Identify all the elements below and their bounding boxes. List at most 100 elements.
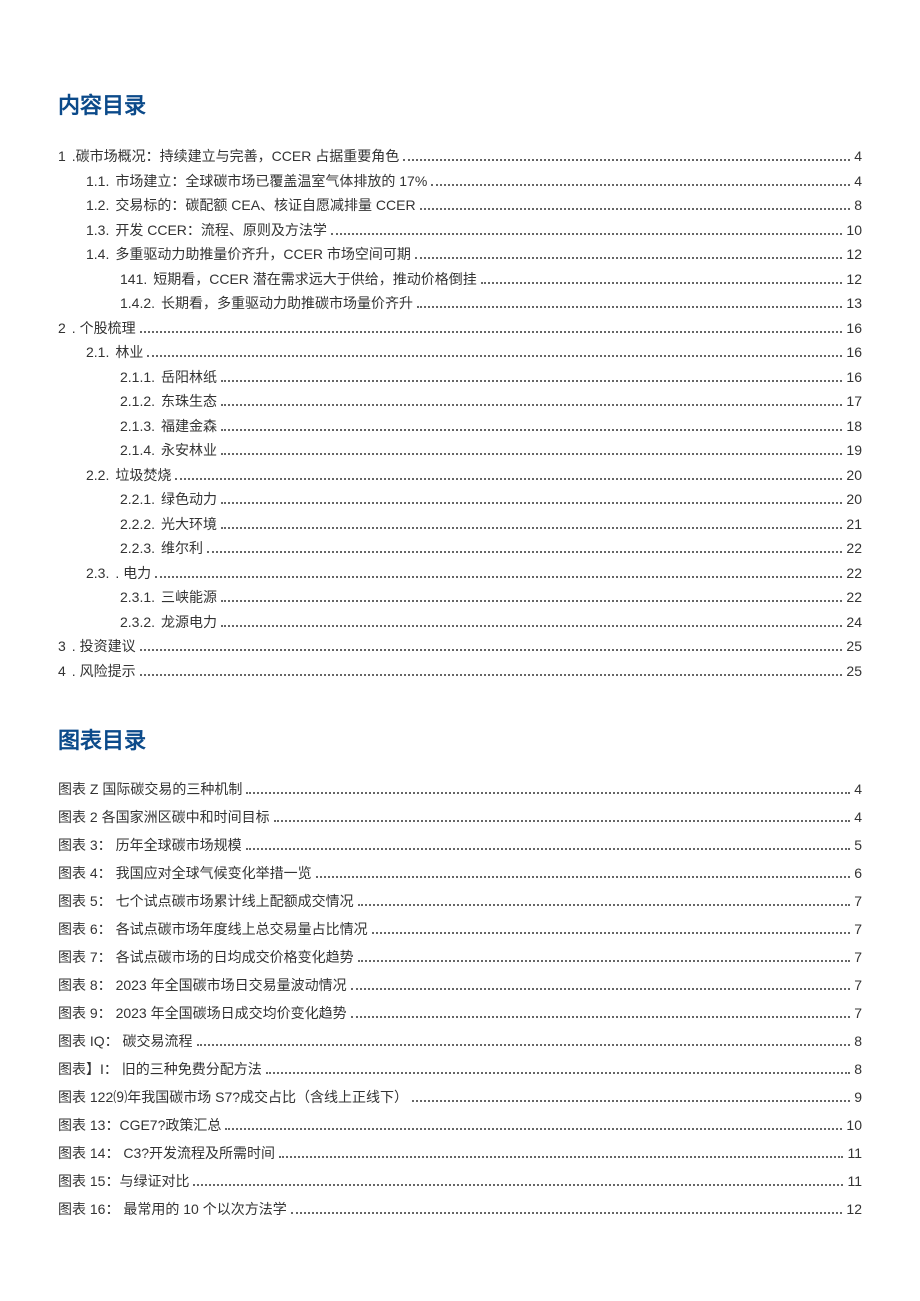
toc-entry-label: 垃圾焚烧 <box>115 463 171 488</box>
leader-dots <box>147 355 842 357</box>
toc-entry-label: 维尔利 <box>161 536 203 561</box>
toc-entry[interactable]: 2 . 个股梳理16 <box>58 316 862 341</box>
toc-entry-page: 22 <box>846 585 862 610</box>
toc-entry-page: 16 <box>846 365 862 390</box>
toc-entry[interactable]: 1.4.2. 长期看，多重驱动力助推碳市场量价齐升 13 <box>58 291 862 316</box>
figure-entry-page: 11 <box>847 1139 862 1167</box>
figure-entry-label: 图表 4： 我国应对全球气候变化举措一览 <box>58 859 312 887</box>
leader-dots <box>358 904 851 906</box>
figure-entry[interactable]: 图表】I： 旧的三种免费分配方法 8 <box>58 1055 862 1083</box>
toc-entry-page: 10 <box>846 218 862 243</box>
toc-entry-label: 东珠生态 <box>161 389 217 414</box>
toc-entry-label: 长期看，多重驱动力助推碳市场量价齐升 <box>161 291 413 316</box>
figure-entry[interactable]: 图表 8： 2023 年全国碳市场日交易量波动情况 7 <box>58 971 862 999</box>
leader-dots <box>221 600 842 602</box>
toc-entry-label: 永安林业 <box>161 438 217 463</box>
toc-entry-label: .碳市场概况：持续建立与完善，CCER 占据重要角色 <box>72 144 399 169</box>
toc-entry[interactable]: 2.3.2. 龙源电力 24 <box>58 610 862 635</box>
figure-entry-label: 图表 13：CGE7?政策汇总 <box>58 1111 221 1139</box>
toc-entry[interactable]: 1.4. 多重驱动力助推量价齐升，CCER 市场空间可期12 <box>58 242 862 267</box>
figure-entry[interactable]: 图表 16： 最常用的 10 个以次方法学 12 <box>58 1195 862 1223</box>
figure-entry[interactable]: 图表 5： 七个试点碳市场累计线上配额成交情况7 <box>58 887 862 915</box>
toc-entry[interactable]: 3 . 投资建议25 <box>58 634 862 659</box>
toc-entry-number: 3 <box>58 634 66 659</box>
figure-entry[interactable]: 图表 4： 我国应对全球气候变化举措一览6 <box>58 859 862 887</box>
toc-entry-number: 2.1.3. <box>120 414 155 439</box>
toc-entry[interactable]: 2.1.3. 福建金森 18 <box>58 414 862 439</box>
toc-entry[interactable]: 2.1. 林业 16 <box>58 340 862 365</box>
toc-entry[interactable]: 1.2. 交易标的：碳配额 CEA、核证自愿减排量 CCER 8 <box>58 193 862 218</box>
toc-entry[interactable]: 2.2.3. 维尔利 22 <box>58 536 862 561</box>
leader-dots <box>221 429 842 431</box>
figure-entry-page: 9 <box>854 1083 862 1111</box>
leader-dots <box>431 184 850 186</box>
figure-entry-label: 图表 IQ： 碳交易流程 <box>58 1027 193 1055</box>
figure-entry-label: 图表 Z 国际碳交易的三种机制 <box>58 775 242 803</box>
figure-entry[interactable]: 图表 9： 2023 年全国碳场日成交均价变化趋势 7 <box>58 999 862 1027</box>
figure-entry[interactable]: 图表 6： 各试点碳市场年度线上总交易量占比情况7 <box>58 915 862 943</box>
leader-dots <box>221 527 842 529</box>
figure-entry[interactable]: 图表 122⑼年我国碳市场 S7?成交占比（含线上正线下） 9 <box>58 1083 862 1111</box>
figure-entry-page: 8 <box>854 1027 862 1055</box>
leader-dots <box>266 1072 850 1074</box>
toc-entry-number: 141. <box>120 267 147 292</box>
toc-entry-label: 绿色动力 <box>161 487 217 512</box>
toc-entry[interactable]: 2.2.2. 光大环境 21 <box>58 512 862 537</box>
toc-entry[interactable]: 4 . 风险提示25 <box>58 659 862 684</box>
figure-entry[interactable]: 图表 14： C3?开发流程及所需时间 11 <box>58 1139 862 1167</box>
leader-dots <box>140 649 843 651</box>
toc-entry-page: 16 <box>846 340 862 365</box>
leader-dots <box>155 576 842 578</box>
figure-entry-label: 图表 122⑼年我国碳市场 S7?成交占比（含线上正线下） <box>58 1083 408 1111</box>
toc-entry-page: 13 <box>846 291 862 316</box>
leader-dots <box>193 1184 843 1186</box>
toc-entry[interactable]: 2.1.4. 永安林业 19 <box>58 438 862 463</box>
leader-dots <box>358 960 851 962</box>
toc-entry-page: 8 <box>854 193 862 218</box>
toc-entry[interactable]: 2.1.2. 东珠生态 17 <box>58 389 862 414</box>
list-of-figures: 图表 Z 国际碳交易的三种机制4图表 2 各国家洲区碳中和时间目标4图表 3： … <box>58 775 862 1223</box>
toc-entry-number: 1 <box>58 144 66 169</box>
toc-entry[interactable]: 1.1. 市场建立：全球碳市场已覆盖温室气体排放的 17% 4 <box>58 169 862 194</box>
toc-entry[interactable]: 2.3. . 电力 22 <box>58 561 862 586</box>
toc-entry-page: 20 <box>846 487 862 512</box>
toc-entry-label: 短期看，CCER 潜在需求远大于供给，推动价格倒挂 <box>153 267 477 292</box>
toc-entry-page: 18 <box>846 414 862 439</box>
figure-entry[interactable]: 图表 13：CGE7?政策汇总 10 <box>58 1111 862 1139</box>
figure-entry[interactable]: 图表 IQ： 碳交易流程 8 <box>58 1027 862 1055</box>
toc-entry[interactable]: 1 .碳市场概况：持续建立与完善，CCER 占据重要角色 4 <box>58 144 862 169</box>
figure-entry[interactable]: 图表 Z 国际碳交易的三种机制4 <box>58 775 862 803</box>
toc-entry-page: 21 <box>846 512 862 537</box>
leader-dots <box>291 1212 843 1214</box>
toc-entry-number: 1.4.2. <box>120 291 155 316</box>
toc-entry-label: 多重驱动力助推量价齐升，CCER 市场空间可期 <box>115 242 411 267</box>
leader-dots <box>221 380 842 382</box>
figure-entry[interactable]: 图表 15：与绿证对比 11 <box>58 1167 862 1195</box>
document-page: 内容目录 1 .碳市场概况：持续建立与完善，CCER 占据重要角色 41.1. … <box>0 0 920 1263</box>
leader-dots <box>417 306 842 308</box>
toc-entry-page: 25 <box>846 634 862 659</box>
figure-entry[interactable]: 图表 2 各国家洲区碳中和时间目标4 <box>58 803 862 831</box>
figure-entry[interactable]: 图表 7： 各试点碳市场的日均成交价格变化趋势7 <box>58 943 862 971</box>
toc-entry-number: 1.1. <box>86 169 109 194</box>
leader-dots <box>420 208 851 210</box>
leader-dots <box>274 820 851 822</box>
toc-entry[interactable]: 2.2.1. 绿色动力 20 <box>58 487 862 512</box>
toc-entry[interactable]: 2.2. 垃圾焚烧20 <box>58 463 862 488</box>
table-of-contents: 1 .碳市场概况：持续建立与完善，CCER 占据重要角色 41.1. 市场建立：… <box>58 144 862 683</box>
toc-entry-number: 4 <box>58 659 66 684</box>
toc-entry[interactable]: 2.1.1. 岳阳林纸 16 <box>58 365 862 390</box>
toc-entry[interactable]: 2.3.1. 三峡能源 22 <box>58 585 862 610</box>
toc-entry-page: 17 <box>846 389 862 414</box>
leader-dots <box>175 478 842 480</box>
toc-entry[interactable]: 1.3. 开发 CCER：流程、原则及方法学 10 <box>58 218 862 243</box>
figure-entry-label: 图表 15：与绿证对比 <box>58 1167 189 1195</box>
leader-dots <box>246 792 850 794</box>
toc-entry-page: 22 <box>846 536 862 561</box>
toc-entry[interactable]: 141. 短期看，CCER 潜在需求远大于供给，推动价格倒挂 12 <box>58 267 862 292</box>
figure-entry-page: 8 <box>854 1055 862 1083</box>
figure-entry[interactable]: 图表 3： 历年全球碳市场规模5 <box>58 831 862 859</box>
toc-entry-number: 1.4. <box>86 242 109 267</box>
toc-entry-number: 2.2. <box>86 463 109 488</box>
figure-entry-page: 7 <box>854 887 862 915</box>
